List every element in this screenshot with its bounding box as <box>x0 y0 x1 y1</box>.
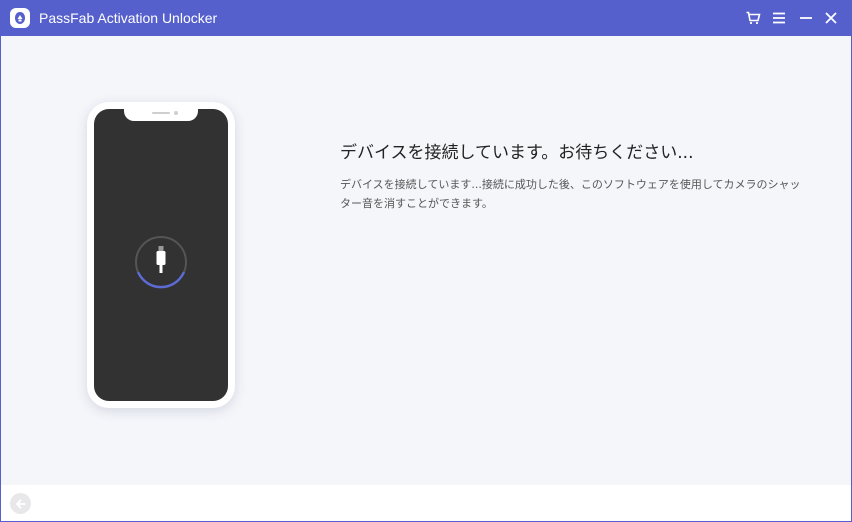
phone-screen <box>94 109 228 401</box>
phone-speaker <box>152 112 170 114</box>
app-title: PassFab Activation Unlocker <box>39 10 218 26</box>
minimize-icon[interactable] <box>797 9 815 27</box>
phone-camera <box>174 111 178 115</box>
app-logo-icon <box>10 8 30 28</box>
lightning-cable-icon <box>156 246 166 273</box>
connection-heading: デバイスを接続しています。お待ちください... <box>340 143 694 163</box>
cart-icon[interactable] <box>744 9 762 27</box>
title-bar: PassFab Activation Unlocker <box>0 0 852 36</box>
phone-illustration <box>87 102 235 408</box>
menu-icon[interactable] <box>770 9 788 27</box>
back-arrow-icon[interactable] <box>10 493 31 514</box>
phone-notch <box>124 109 198 121</box>
loading-spinner <box>133 234 189 290</box>
footer-bar <box>1 485 851 521</box>
close-icon[interactable] <box>822 9 840 27</box>
connection-description: デバイスを接続しています...接続に成功した後、このソフトウェアを使用してカメラ… <box>340 178 801 210</box>
